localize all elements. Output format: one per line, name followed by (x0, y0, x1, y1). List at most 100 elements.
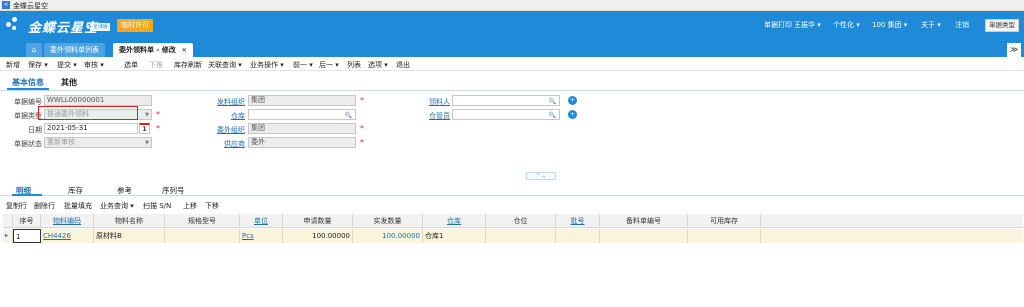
col-header-material-code[interactable]: 物料编码 (41, 214, 94, 228)
required-mark: * (360, 96, 364, 105)
picker-label[interactable]: 领料人 (410, 97, 450, 107)
cell-seq[interactable]: 1 (13, 229, 41, 243)
cell-location[interactable] (486, 229, 556, 243)
previous-button[interactable]: 前一 ▾ (293, 60, 313, 70)
stock-keeper-field[interactable]: 🔍 (452, 109, 560, 120)
copy-row-button[interactable]: 复制行 (6, 201, 27, 211)
move-up-button[interactable]: 上移 (183, 201, 197, 211)
row-marker-icon[interactable]: ▸ (3, 229, 13, 243)
stock-refresh-button[interactable]: 库存刷新 (174, 60, 202, 70)
add-picker-icon[interactable]: + (568, 96, 577, 105)
personalize-menu[interactable]: 个性化 ▾ (833, 20, 860, 30)
warehouse-label[interactable]: 仓库 (205, 111, 245, 121)
col-header-prep-no[interactable]: 备料单编号 (600, 214, 688, 228)
print-menu[interactable]: 单据打印 (764, 20, 792, 30)
issue-org-field[interactable]: 集团 (248, 95, 356, 106)
select-bill-button[interactable]: 选单 (124, 60, 138, 70)
col-header-batch[interactable]: 批号 (556, 214, 600, 228)
add-stock-keeper-icon[interactable]: + (568, 110, 577, 119)
tab-outsource-edit[interactable]: 委外领料单 - 修改 × (113, 43, 194, 57)
business-ops-button[interactable]: 业务操作 ▾ (250, 60, 284, 70)
required-mark: * (360, 138, 364, 147)
push-down-button[interactable]: 下推 (149, 60, 163, 70)
exit-button[interactable]: 退出 (396, 60, 410, 70)
window-title: 金蝶云星空 (13, 2, 48, 10)
panel-splitter-toggle[interactable]: ⌃ ⌄ (526, 172, 556, 180)
bill-no-field[interactable]: WWLL00000001 (44, 95, 152, 106)
issue-org-label[interactable]: 发料组织 (205, 97, 245, 107)
col-header-warehouse[interactable]: 仓库 (423, 214, 486, 228)
tab-basic-info[interactable]: 基本信息 (12, 77, 44, 88)
warehouse-field[interactable]: 🔍 (248, 109, 356, 120)
collapse-icon[interactable]: ≫ (1007, 43, 1021, 57)
calendar-icon[interactable]: 1 (139, 123, 150, 134)
next-button[interactable]: 后一 ▾ (319, 60, 339, 70)
logout-link[interactable]: 注销 (955, 20, 969, 30)
supplier-label[interactable]: 供应商 (205, 139, 245, 149)
cell-warehouse[interactable]: 仓库1 (423, 229, 486, 243)
bill-type-label: 单据类型 (14, 112, 42, 120)
cell-material-name[interactable]: 原材料B (94, 229, 165, 243)
audit-button[interactable]: 审核 ▾ (84, 60, 104, 70)
outsource-org-label[interactable]: 委外组织 (205, 125, 245, 135)
list-button[interactable]: 列表 (347, 60, 361, 70)
cell-apply-qty[interactable]: 100.00000 (283, 229, 353, 243)
required-mark: * (156, 110, 160, 119)
bill-status-label: 单据状态 (14, 140, 42, 148)
stock-keeper-label[interactable]: 仓管员 (410, 111, 450, 121)
cell-actual-qty[interactable]: 100.00000 (353, 229, 423, 243)
date-field[interactable]: 2021-05-31 (44, 123, 138, 134)
back-arrow-icon[interactable]: < (2, 1, 10, 9)
close-icon[interactable]: × (181, 46, 187, 54)
col-header-location[interactable]: 仓位 (486, 214, 556, 228)
picker-field[interactable]: 🔍 (452, 95, 560, 106)
col-header-apply-qty[interactable]: 申请数量 (283, 214, 353, 228)
doc-type-button[interactable]: 单据类型 (985, 19, 1019, 32)
grid-corner (3, 214, 13, 228)
bill-no-label: 单据编号 (14, 98, 42, 106)
cell-unit[interactable]: Pcs (240, 229, 283, 243)
col-header-unit[interactable]: 单位 (240, 214, 283, 228)
detail-active-indicator (12, 194, 42, 196)
move-down-button[interactable]: 下移 (205, 201, 219, 211)
related-query-button[interactable]: 关联查询 ▾ (208, 60, 242, 70)
cell-filler (761, 229, 1023, 243)
org-menu[interactable]: 100 集团 ▾ (872, 20, 907, 30)
edition-badge: 全球版 (91, 23, 111, 31)
tab-outsource-list[interactable]: 委外领料单列表 (44, 43, 105, 57)
col-header-spec[interactable]: 规格型号 (165, 214, 240, 228)
kingdee-logo-icon (6, 17, 22, 33)
tab-bar: ⌂ 委外领料单列表 委外领料单 - 修改 × ≫ (0, 39, 1024, 57)
col-header-seq[interactable]: 序号 (13, 214, 41, 228)
save-button[interactable]: 保存 ▾ (28, 60, 48, 70)
tab-other[interactable]: 其他 (61, 77, 77, 88)
new-button[interactable]: 新增 (6, 60, 20, 70)
search-icon[interactable]: 🔍 (549, 97, 556, 105)
delete-row-button[interactable]: 删除行 (34, 201, 55, 211)
business-query-button[interactable]: 业务查询 ▾ (100, 201, 134, 211)
cell-prep-no[interactable] (600, 229, 688, 243)
about-menu[interactable]: 关于 ▾ (921, 20, 941, 30)
col-header-available[interactable]: 可用库存 (688, 214, 761, 228)
bill-status-select[interactable]: 重新审核 ▼ (44, 137, 152, 148)
supplier-field[interactable]: 委外 (248, 137, 356, 148)
col-header-material-name[interactable]: 物料名称 (94, 214, 165, 228)
trial-license-button[interactable]: 临时许可 (117, 19, 153, 32)
cell-available[interactable] (688, 229, 761, 243)
search-icon[interactable]: 🔍 (549, 111, 556, 119)
col-header-actual-qty[interactable]: 实发数量 (353, 214, 423, 228)
cell-batch[interactable] (556, 229, 600, 243)
submit-button[interactable]: 提交 ▾ (57, 60, 77, 70)
scan-sn-button[interactable]: 扫描 S/N (143, 201, 171, 211)
batch-fill-button[interactable]: 批量填充 (64, 201, 92, 211)
tab-home[interactable]: ⌂ (26, 43, 42, 57)
required-mark: * (156, 124, 160, 133)
outsource-org-field[interactable]: 集团 (248, 123, 356, 134)
options-button[interactable]: 选项 ▾ (368, 60, 388, 70)
search-icon[interactable]: 🔍 (345, 111, 352, 119)
required-mark: * (360, 124, 364, 133)
cell-spec[interactable] (165, 229, 240, 243)
user-menu[interactable]: 王振华 ▾ (794, 20, 821, 30)
cell-material-code[interactable]: CH4426 (41, 229, 94, 243)
highlight-box (38, 106, 138, 120)
